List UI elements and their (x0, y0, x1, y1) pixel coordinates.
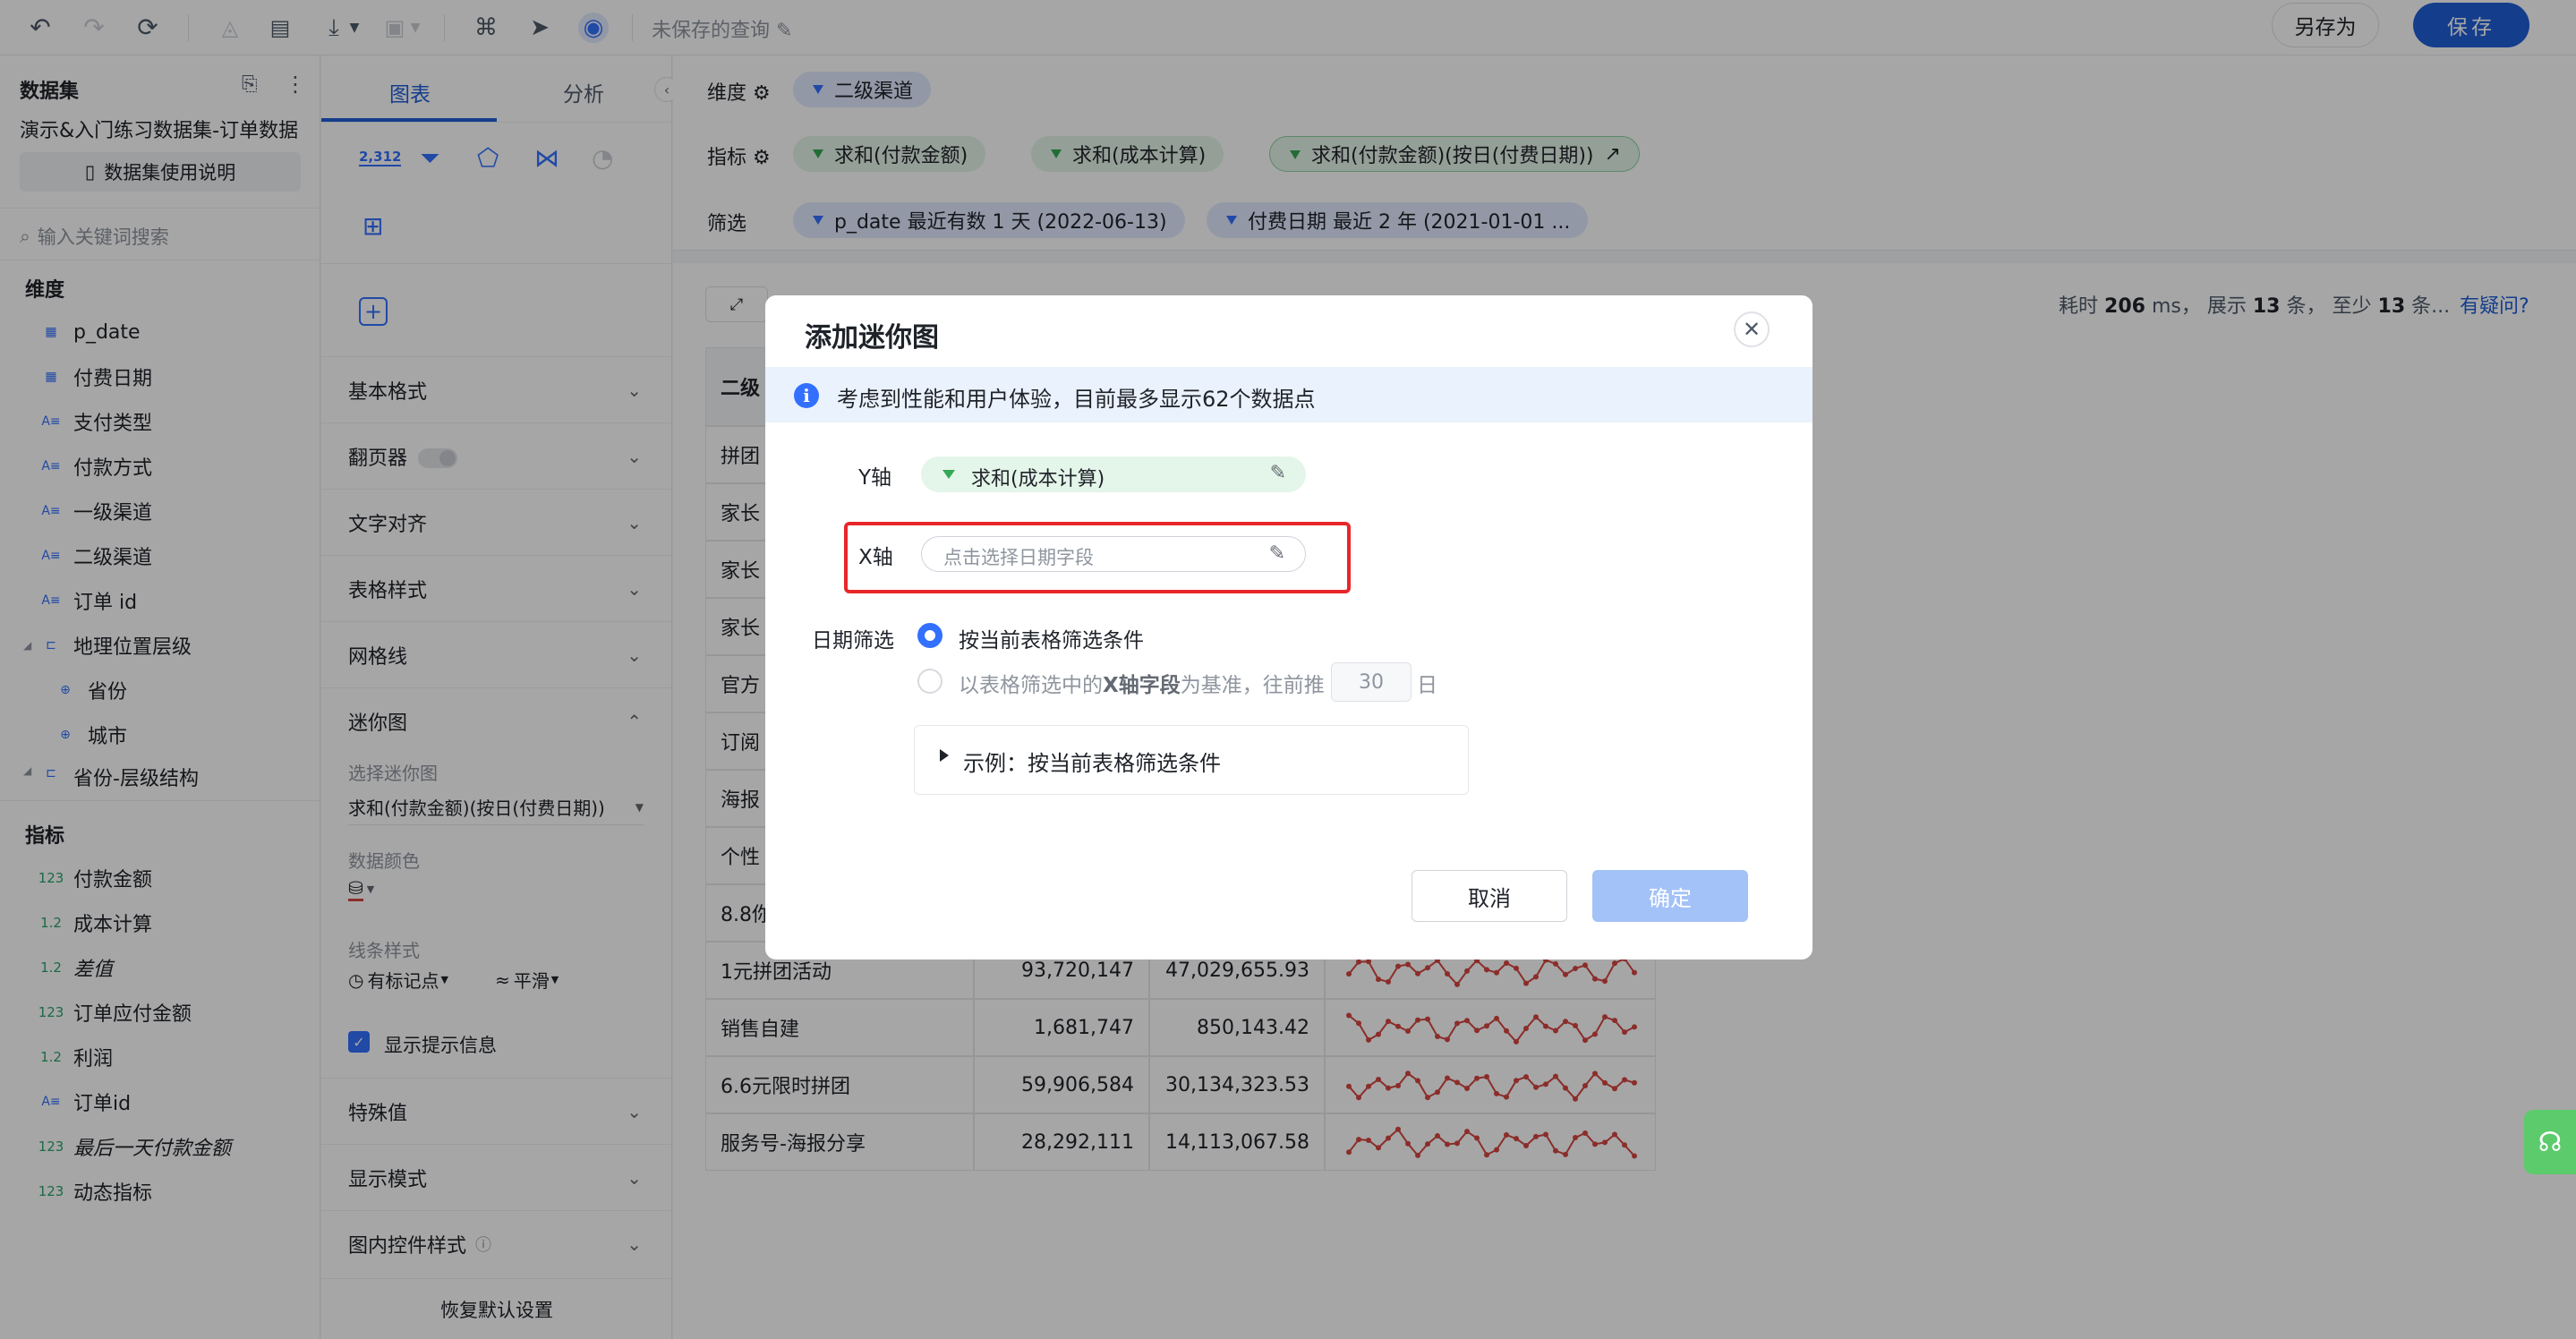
x-axis-label: X轴 (858, 546, 893, 569)
example-label: 示例：按当前表格筛选条件 (963, 751, 1221, 776)
dialog-title: 添加迷你图 (805, 322, 939, 354)
add-sparkline-dialog: 添加迷你图 ✕ i 考虑到性能和用户体验，目前最多显示62个数据点 Y轴 求和(… (765, 295, 1813, 959)
edit-icon[interactable]: ✎ (1270, 462, 1286, 484)
date-filter-option-relative-label[interactable]: 以表格筛选中的X轴字段为基准，往前推 (959, 668, 1325, 698)
example-collapsible[interactable]: 示例：按当前表格筛选条件 (914, 725, 1469, 795)
days-unit-label: 日 (1417, 674, 1437, 697)
cancel-button[interactable]: 取消 (1412, 870, 1567, 922)
edit-icon[interactable]: ✎ (1269, 542, 1285, 565)
date-filter-option-relative-radio[interactable] (917, 669, 943, 694)
days-back-input[interactable]: 30 (1331, 662, 1412, 702)
info-icon: i (794, 383, 819, 408)
date-filter-option-current-label[interactable]: 按当前表格筛选条件 (959, 623, 1144, 653)
caret-right-icon (940, 749, 949, 762)
date-filter-option-current-radio[interactable] (917, 623, 943, 648)
y-axis-field[interactable]: 求和(成本计算) ✎ (921, 456, 1306, 492)
date-filter-label: 日期筛选 (812, 629, 894, 652)
x-axis-placeholder: 点击选择日期字段 (943, 547, 1094, 568)
close-icon[interactable]: ✕ (1734, 311, 1770, 347)
y-axis-label: Y轴 (858, 466, 892, 490)
y-axis-value: 求和(成本计算) (971, 468, 1105, 490)
customer-support-icon[interactable]: ☊ (2524, 1110, 2576, 1174)
confirm-button[interactable]: 确定 (1592, 870, 1748, 922)
info-banner-text: 考虑到性能和用户体验，目前最多显示62个数据点 (837, 387, 1316, 412)
info-banner: i 考虑到性能和用户体验，目前最多显示62个数据点 (765, 367, 1813, 422)
x-axis-date-field-input[interactable]: 点击选择日期字段 ✎ (921, 536, 1306, 572)
caret-down-icon (943, 470, 955, 479)
